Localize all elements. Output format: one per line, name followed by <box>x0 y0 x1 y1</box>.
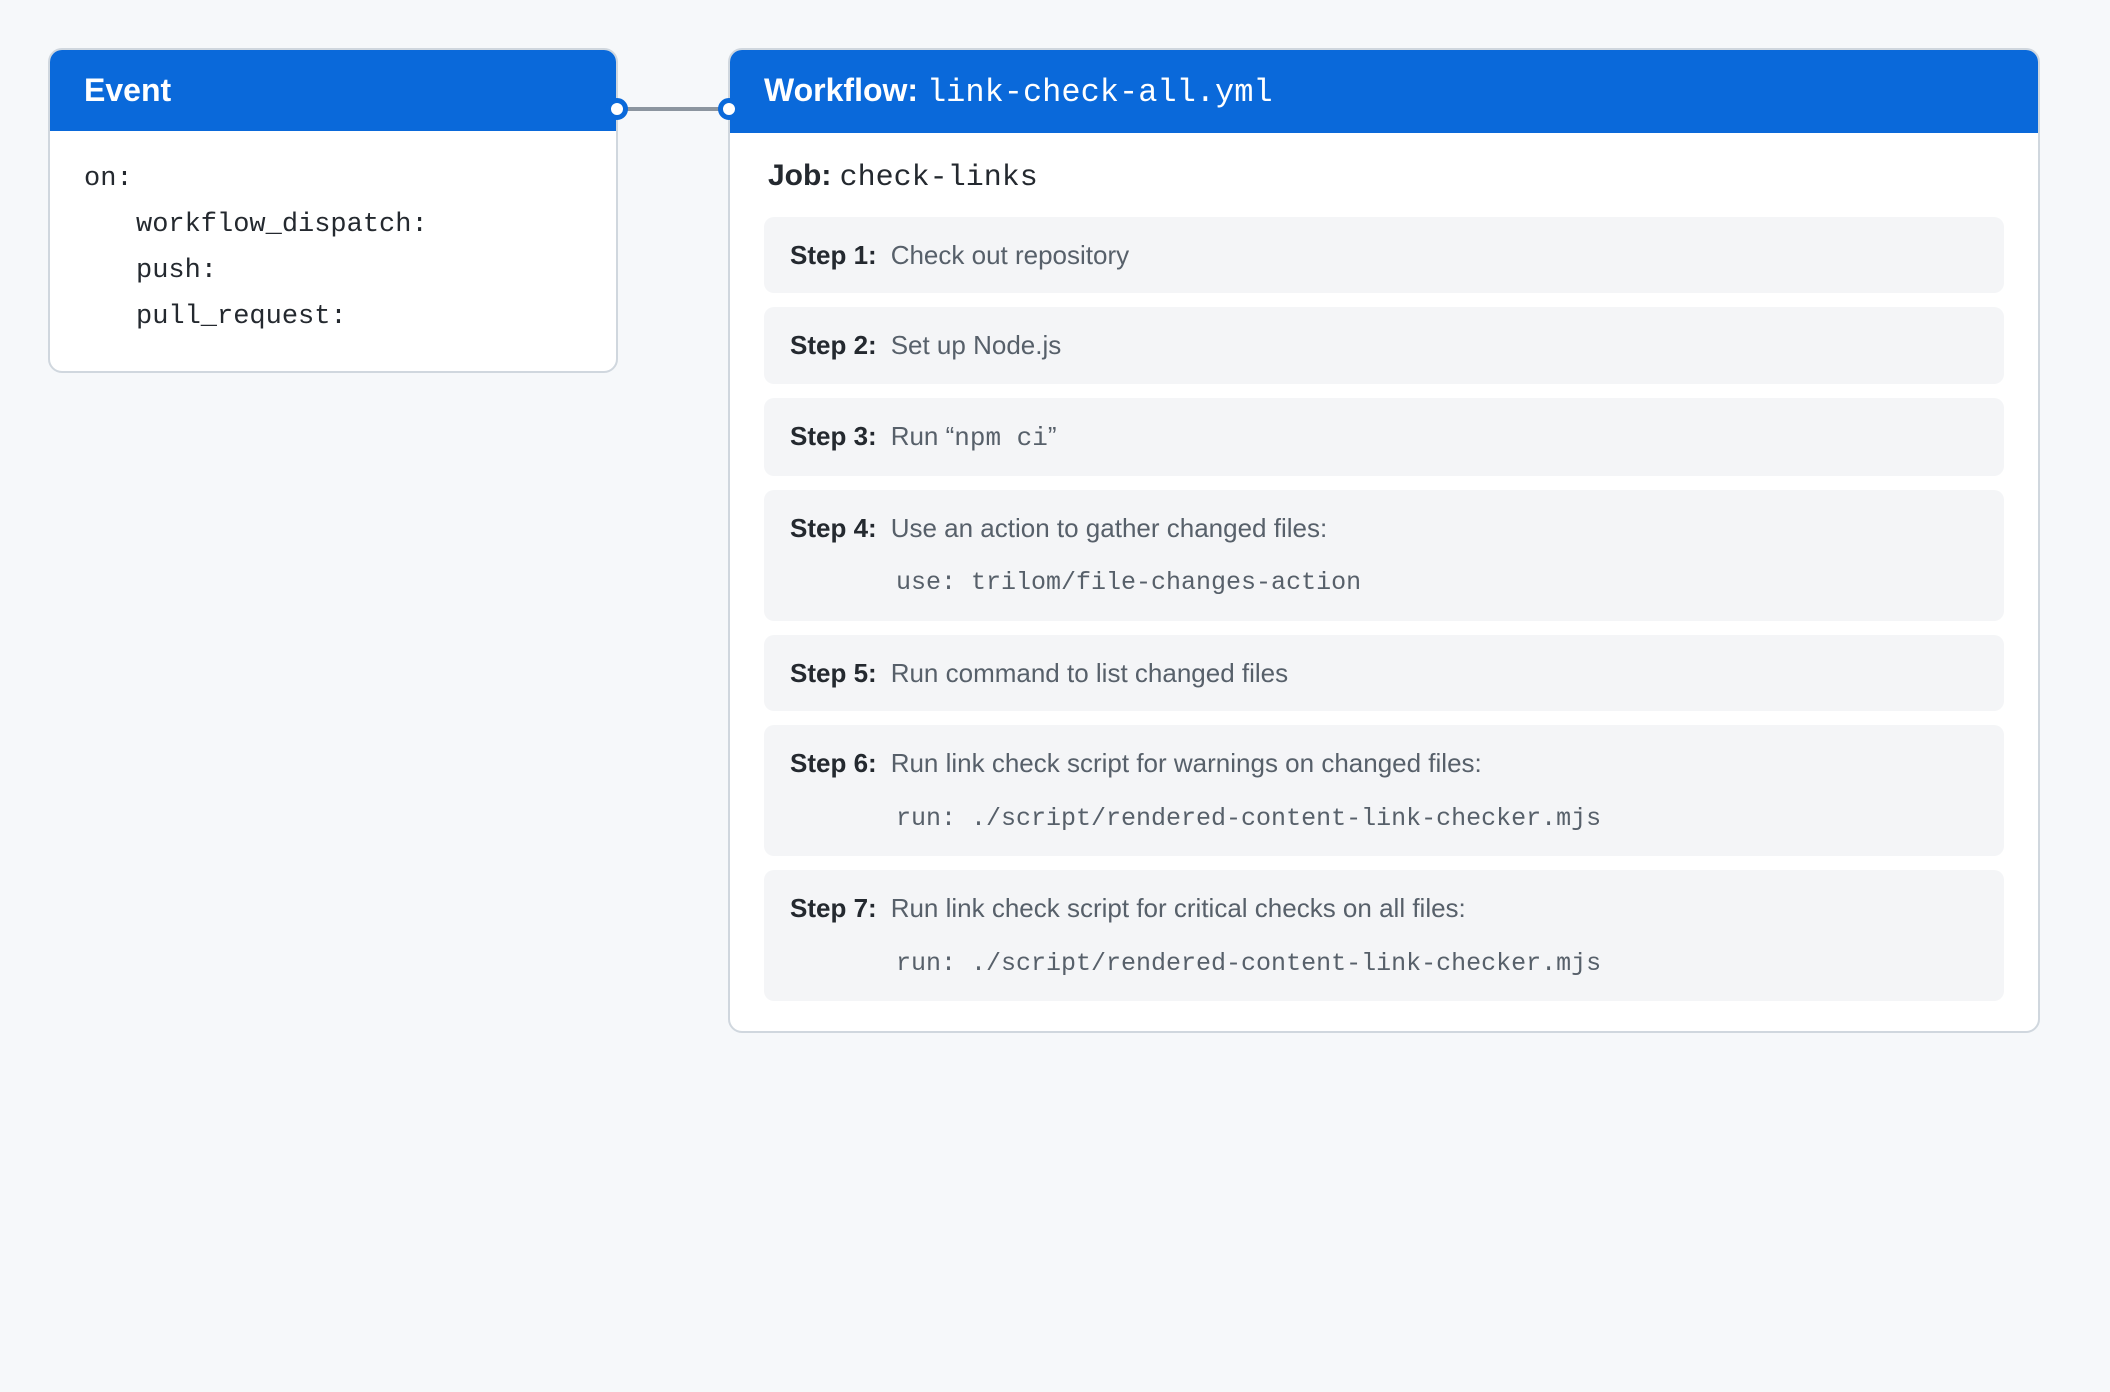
event-trigger: pull_request: <box>84 295 582 341</box>
step-label: Step 1: <box>790 235 877 275</box>
step-desc: Check out repository <box>891 235 1129 275</box>
step-desc: Run command to list changed files <box>891 653 1288 693</box>
event-header-label: Event <box>84 72 171 108</box>
event-on-label: on: <box>84 157 582 203</box>
step-desc-code: npm ci <box>954 423 1048 453</box>
connector-dot-icon <box>606 98 628 120</box>
step-item: Step 4: Use an action to gather changed … <box>764 490 2004 621</box>
step-code: run: ./script/rendered-content-link-chec… <box>790 800 1978 839</box>
event-card-body: on: workflow_dispatch: push: pull_reques… <box>50 131 616 371</box>
connector-line <box>618 72 728 152</box>
step-label: Step 6: <box>790 743 877 783</box>
step-desc: Run link check script for warnings on ch… <box>891 743 1482 783</box>
step-item: Step 5: Run command to list changed file… <box>764 635 2004 711</box>
step-item: Step 7: Run link check script for critic… <box>764 870 2004 1001</box>
event-card-header: Event <box>50 50 616 131</box>
event-trigger: workflow_dispatch: <box>84 203 582 249</box>
job-title: Job: check-links <box>764 159 2004 195</box>
step-item: Step 6: Run link check script for warnin… <box>764 725 2004 856</box>
step-label: Step 5: <box>790 653 877 693</box>
step-item: Step 1: Check out repository <box>764 217 2004 293</box>
workflow-card-header: Workflow: link-check-all.yml <box>730 50 2038 133</box>
steps-list: Step 1: Check out repository Step 2: Set… <box>764 217 2004 1001</box>
step-desc-suffix: ” <box>1048 421 1057 451</box>
job-name: check-links <box>840 161 1038 195</box>
workflow-header-label: Workflow: <box>764 72 918 108</box>
step-desc-prefix: Run “ <box>891 421 955 451</box>
event-trigger: push: <box>84 249 582 295</box>
workflow-card-body: Job: check-links Step 1: Check out repos… <box>730 133 2038 1031</box>
connector-dot-icon <box>718 98 740 120</box>
diagram-canvas: Event on: workflow_dispatch: push: pull_… <box>48 48 2062 1033</box>
step-desc: Run “npm ci” <box>891 416 1057 458</box>
step-label: Step 3: <box>790 416 877 458</box>
step-desc: Use an action to gather changed files: <box>891 508 1328 548</box>
step-code: use: trilom/file-changes-action <box>790 564 1978 603</box>
event-card: Event on: workflow_dispatch: push: pull_… <box>48 48 618 373</box>
step-label: Step 2: <box>790 325 877 365</box>
workflow-card: Workflow: link-check-all.yml Job: check-… <box>728 48 2040 1033</box>
step-code: run: ./script/rendered-content-link-chec… <box>790 945 1978 984</box>
workflow-header-file: link-check-all.yml <box>927 74 1273 111</box>
step-desc: Run link check script for critical check… <box>891 888 1466 928</box>
step-item: Step 2: Set up Node.js <box>764 307 2004 383</box>
job-label: Job: <box>768 159 831 192</box>
step-desc: Set up Node.js <box>891 325 1062 365</box>
step-label: Step 4: <box>790 508 877 548</box>
step-item: Step 3: Run “npm ci” <box>764 398 2004 476</box>
step-label: Step 7: <box>790 888 877 928</box>
